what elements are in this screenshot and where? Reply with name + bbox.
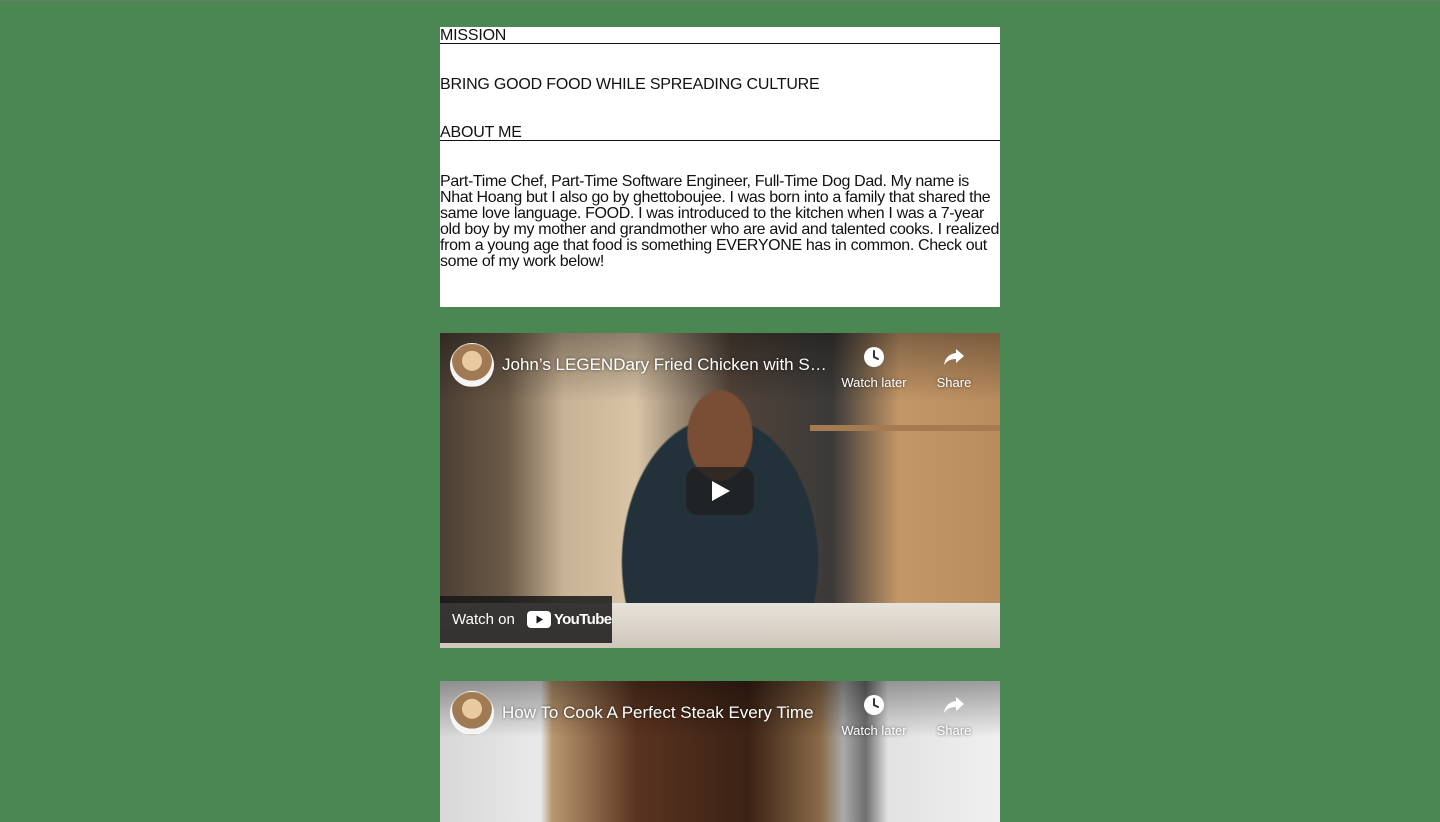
share-arrow-icon	[944, 349, 964, 365]
clock-icon	[864, 695, 884, 715]
share-button[interactable]: Share	[914, 693, 994, 738]
video-title[interactable]: John’s LEGENDary Fried Chicken with S…	[502, 355, 832, 375]
play-button[interactable]	[686, 467, 754, 515]
video-embed-fried-chicken[interactable]: John’s LEGENDary Fried Chicken with S… W…	[440, 333, 1000, 648]
mission-statement: BRING GOOD FOOD WHILE SPREADING CULTURE	[440, 76, 820, 93]
intro-card: MISSION BRING GOOD FOOD WHILE SPREADING …	[440, 27, 1000, 307]
youtube-logo-icon: YouTube	[526, 611, 612, 628]
youtube-wordmark: YouTube	[553, 611, 612, 628]
channel-avatar[interactable]	[450, 343, 494, 387]
channel-avatar[interactable]	[450, 691, 494, 735]
video-title[interactable]: How To Cook A Perfect Steak Every Time	[502, 703, 832, 723]
youtube-play-badge-icon	[526, 611, 551, 628]
play-icon	[712, 481, 730, 501]
watch-later-label: Watch later	[841, 723, 907, 738]
share-label: Share	[936, 375, 972, 390]
mission-heading: MISSION	[440, 27, 1000, 44]
watch-later-button[interactable]: Watch later	[834, 345, 914, 390]
video-embed-steak[interactable]: How To Cook A Perfect Steak Every Time W…	[440, 681, 1000, 822]
watch-later-label: Watch later	[841, 375, 907, 390]
watch-later-button[interactable]: Watch later	[834, 693, 914, 738]
share-label: Share	[936, 723, 972, 738]
about-paragraph: Part-Time Chef, Part-Time Software Engin…	[440, 173, 1000, 270]
clock-icon	[864, 347, 884, 367]
about-heading: ABOUT ME	[440, 124, 1000, 141]
watch-on-label: Watch on	[452, 611, 515, 628]
watch-on-youtube-button[interactable]: Watch on YouTube	[440, 596, 612, 643]
top-border	[0, 0, 1440, 1]
share-arrow-icon	[944, 697, 964, 713]
share-button[interactable]: Share	[914, 345, 994, 390]
